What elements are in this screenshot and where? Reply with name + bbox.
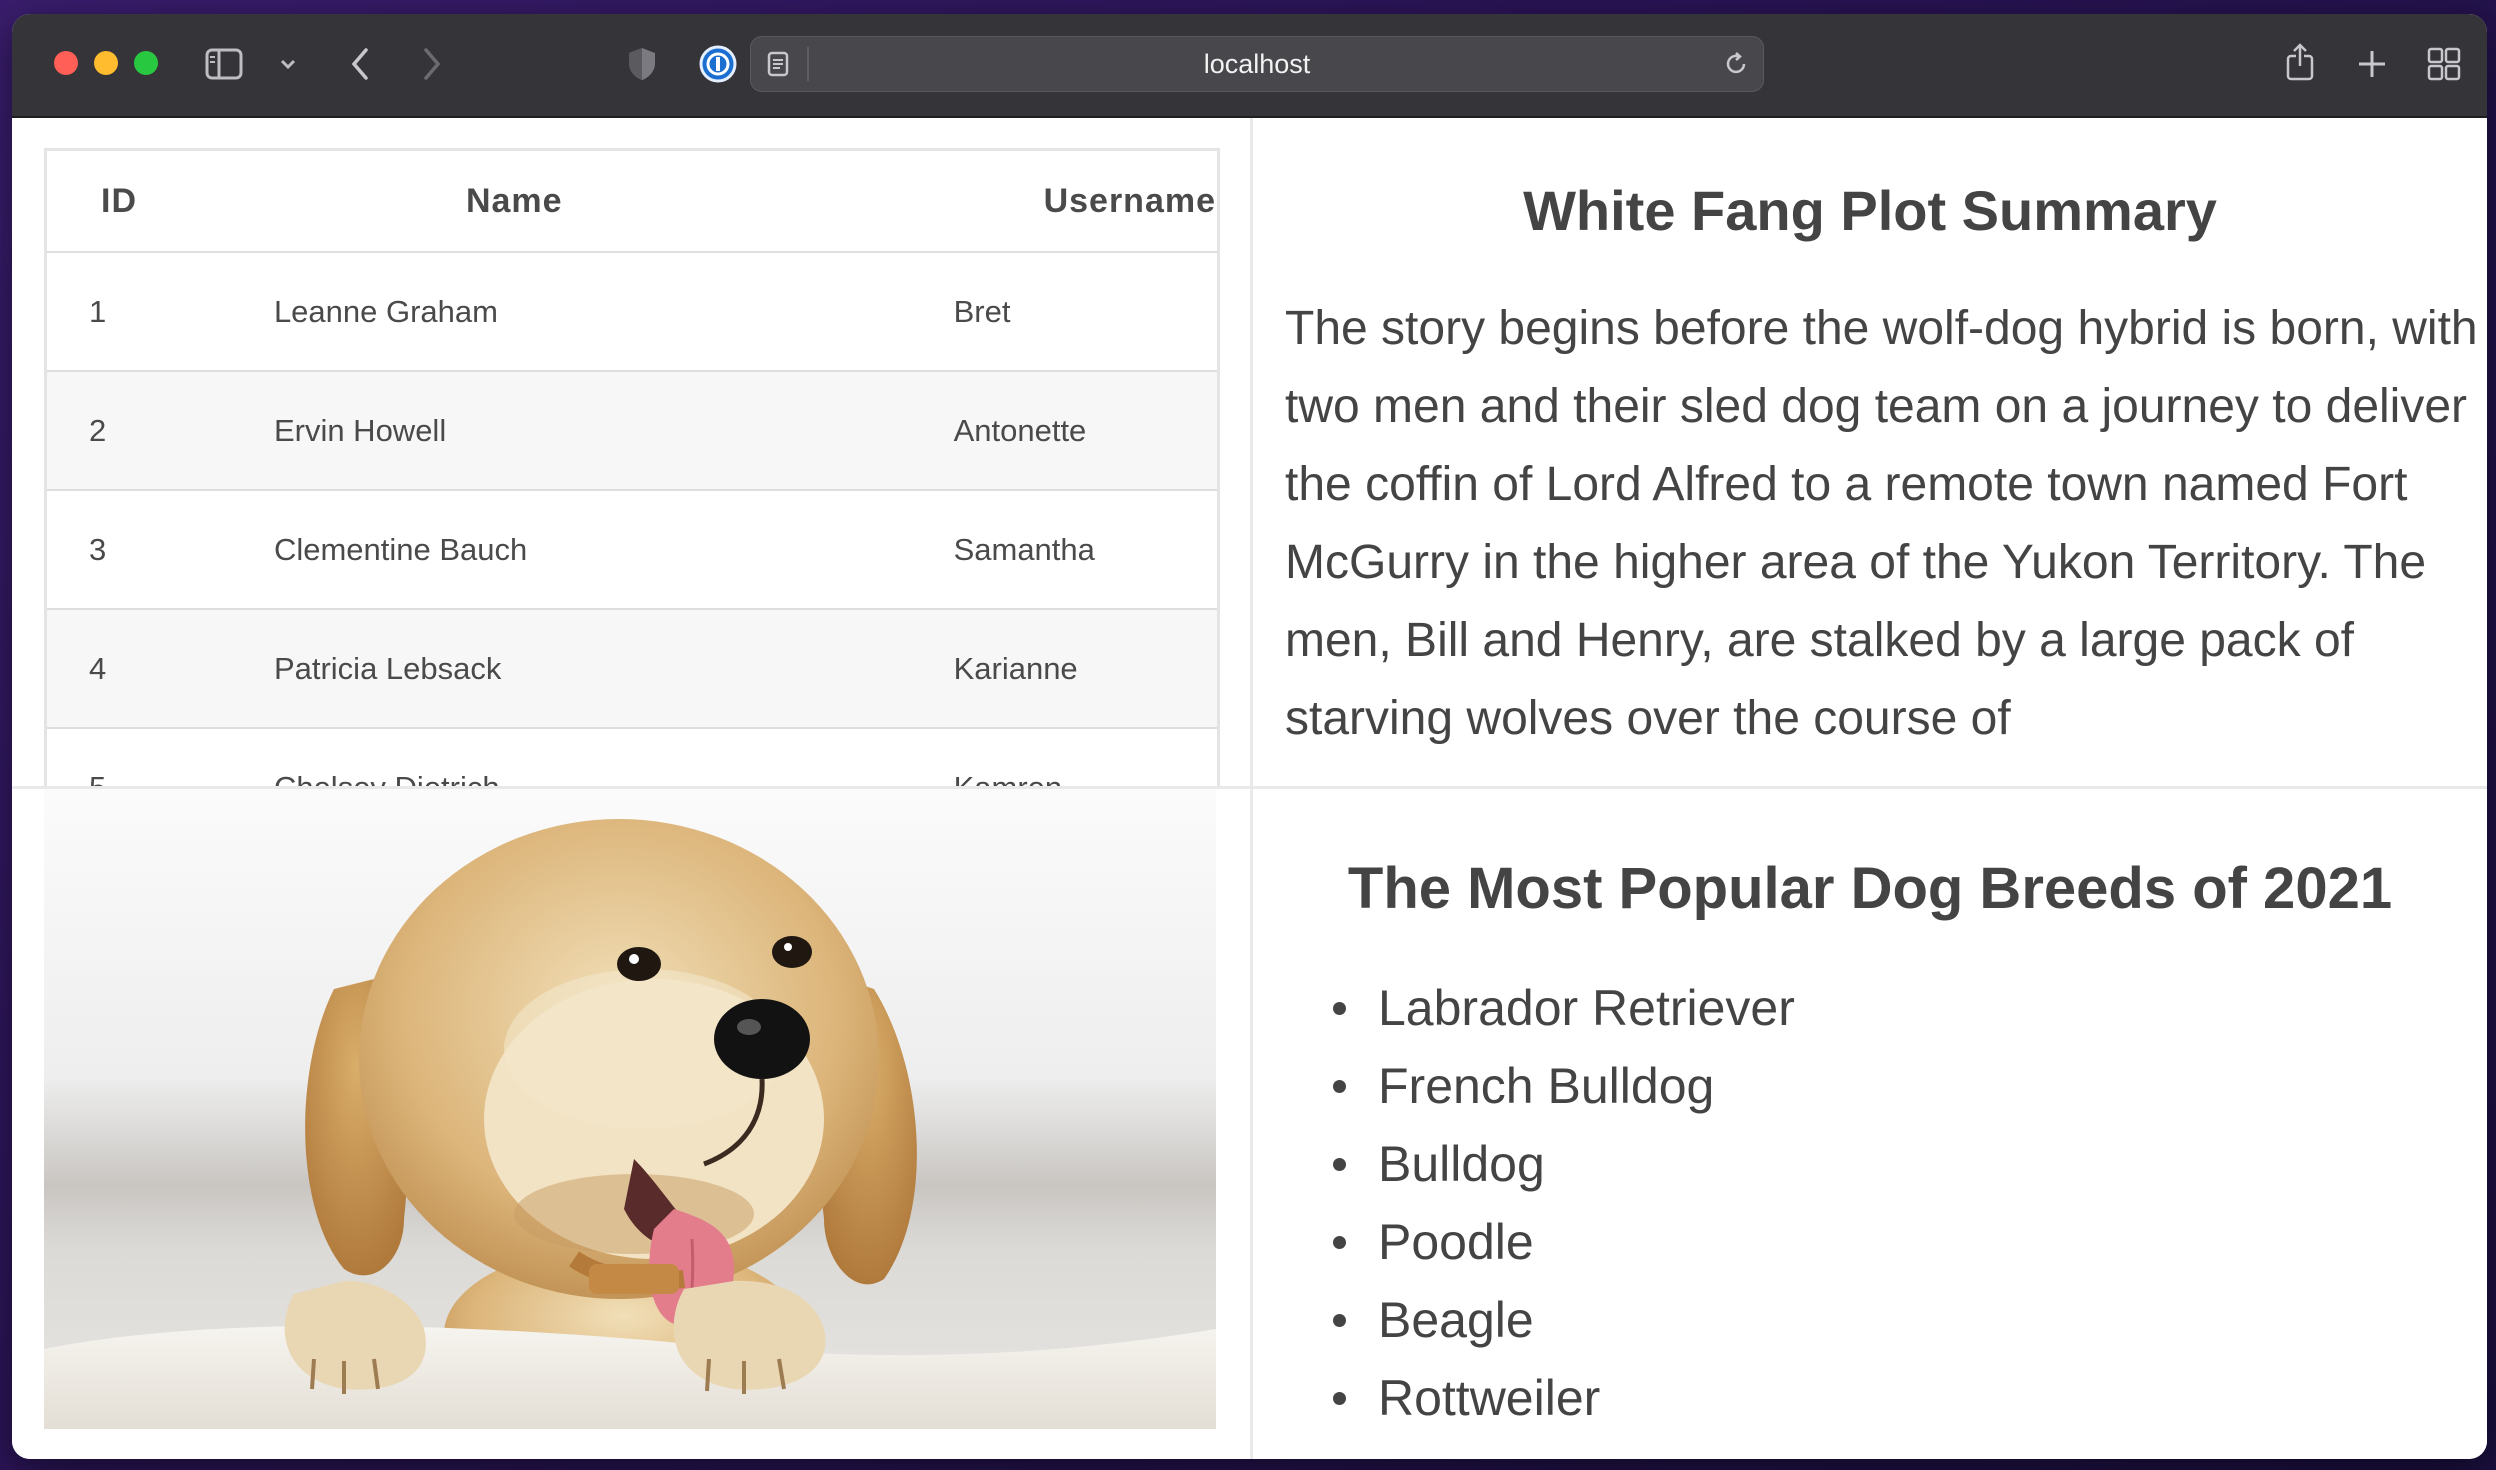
close-window-button[interactable]	[54, 51, 78, 75]
cell-username: Antonette	[953, 371, 1217, 491]
forward-icon[interactable]	[414, 44, 450, 84]
list-item: Bulldog	[1333, 1125, 1795, 1203]
users-table: ID Name Username 1 Leanne Graham Bret 2	[47, 151, 1217, 786]
cell-id: 2	[47, 371, 234, 491]
summary-text: The story begins before the wolf-dog hyb…	[1285, 302, 2478, 745]
browser-window: localhost ID Name Username 1 Leanne Grah…	[12, 14, 2487, 1459]
breeds-list: Labrador Retriever French Bulldog Bulldo…	[1333, 969, 1795, 1437]
cell-username: Karianne	[953, 609, 1217, 729]
cell-name: Patricia Lebsack	[233, 609, 954, 729]
tab-overview-icon[interactable]	[2424, 44, 2464, 84]
users-table-container: ID Name Username 1 Leanne Graham Bret 2	[44, 148, 1220, 786]
cell-username: Kamren	[953, 728, 1217, 786]
cell-name: Ervin Howell	[233, 371, 954, 491]
sidebar-icon[interactable]	[204, 44, 244, 84]
dog-breeds-panel: The Most Popular Dog Breeds of 2021 Labr…	[1253, 789, 2487, 1459]
table-row[interactable]: 3 Clementine Bauch Samantha	[47, 490, 1217, 610]
plus-icon[interactable]	[2352, 44, 2392, 84]
table-row[interactable]: 2 Ervin Howell Antonette	[47, 371, 1217, 491]
summary-title: White Fang Plot Summary	[1523, 179, 2217, 242]
cell-username: Samantha	[953, 490, 1217, 610]
cell-username: Bret	[953, 252, 1217, 372]
cell-name: Leanne Graham	[233, 252, 954, 372]
breeds-title: The Most Popular Dog Breeds of 2021	[1347, 856, 2393, 921]
url-text[interactable]: localhost	[751, 37, 1763, 91]
column-header-name[interactable]: Name	[233, 151, 954, 253]
reload-icon[interactable]	[1721, 49, 1751, 79]
cell-id: 1	[47, 252, 234, 372]
cell-id: 5	[47, 728, 234, 786]
dog-image-panel	[12, 789, 1250, 1459]
page-content: ID Name Username 1 Leanne Graham Bret 2	[12, 118, 2487, 1459]
cell-name: Chelsey Dietrich	[233, 728, 954, 786]
cell-id: 3	[47, 490, 234, 610]
share-icon[interactable]	[2280, 38, 2320, 86]
cell-id: 4	[47, 609, 234, 729]
cell-name: Clementine Bauch	[233, 490, 954, 610]
browser-toolbar: localhost	[12, 14, 2487, 118]
column-header-id[interactable]: ID	[47, 151, 234, 253]
table-row[interactable]: 4 Patricia Lebsack Karianne	[47, 609, 1217, 729]
list-item: Labrador Retriever	[1333, 969, 1795, 1047]
list-item: French Bulldog	[1333, 1047, 1795, 1125]
password-manager-icon[interactable]	[696, 42, 740, 86]
chevron-down-icon[interactable]	[276, 52, 300, 76]
zoom-window-button[interactable]	[134, 51, 158, 75]
plot-summary-panel[interactable]: White Fang Plot Summary The story begins…	[1253, 118, 2487, 786]
minimize-window-button[interactable]	[94, 51, 118, 75]
list-item: Poodle	[1333, 1203, 1795, 1281]
list-item: Rottweiler	[1333, 1359, 1795, 1437]
column-header-username[interactable]: Username	[953, 151, 1217, 253]
address-bar[interactable]: localhost	[750, 36, 1764, 92]
table-header-row: ID Name Username	[47, 151, 1217, 253]
users-table-panel[interactable]: ID Name Username 1 Leanne Graham Bret 2	[12, 118, 1250, 786]
table-row[interactable]: 5 Chelsey Dietrich Kamren	[47, 728, 1217, 786]
back-icon[interactable]	[342, 44, 378, 84]
shield-icon[interactable]	[622, 42, 662, 86]
puppy-image	[44, 789, 1216, 1429]
table-row[interactable]: 1 Leanne Graham Bret	[47, 252, 1217, 372]
list-item: Beagle	[1333, 1281, 1795, 1359]
